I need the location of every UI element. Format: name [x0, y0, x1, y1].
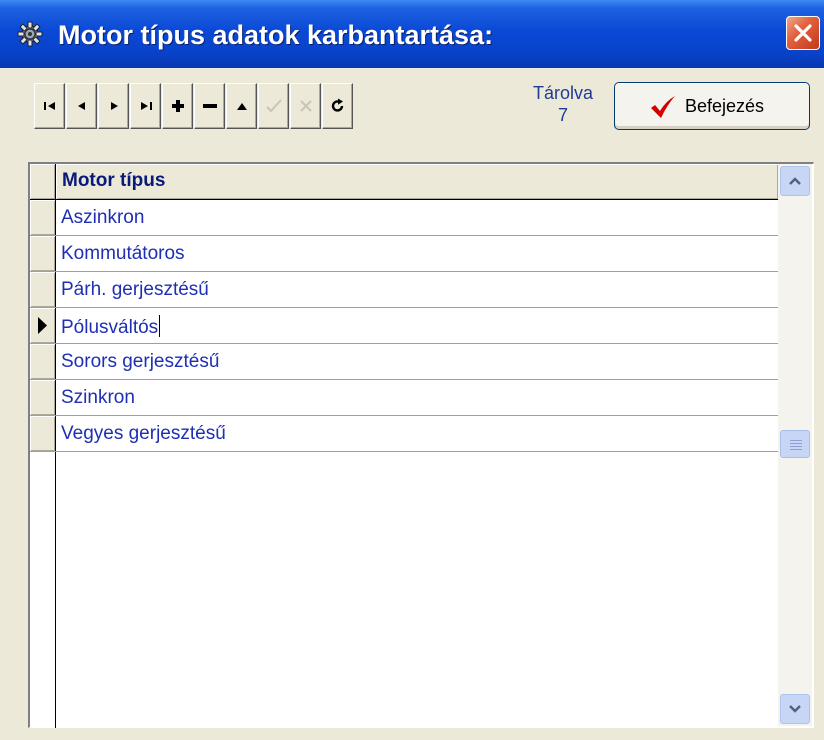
table-row[interactable]: Párh. gerjesztésű	[30, 272, 778, 308]
chevron-down-icon	[789, 705, 801, 713]
scroll-down-button[interactable]	[780, 694, 810, 724]
thumb-grip	[790, 440, 802, 441]
row-indicator[interactable]	[30, 344, 56, 379]
table-row[interactable]: Aszinkron	[30, 200, 778, 236]
next-record-button[interactable]	[98, 83, 129, 129]
table-row[interactable]: Vegyes gerjesztésű	[30, 416, 778, 452]
motor-type-cell[interactable]: Aszinkron	[61, 207, 144, 229]
cancel-edit-button[interactable]	[290, 83, 321, 129]
add-record-button[interactable]	[162, 83, 193, 129]
row-indicator[interactable]	[30, 236, 56, 271]
row-indicator[interactable]	[30, 416, 56, 451]
maintenance-window: Motor típus adatok karbantartása: Tárolv…	[0, 0, 824, 740]
motor-type-cell[interactable]: Kommutátoros	[61, 243, 185, 265]
stored-count-label: Tárolva 7	[526, 82, 600, 126]
navigator-toolbar: Tárolva 7 Befejezés	[28, 80, 818, 140]
refresh-icon	[331, 98, 343, 112]
last-record-icon	[140, 102, 152, 110]
thumb-grip	[790, 449, 802, 450]
up-triangle-icon	[236, 103, 247, 110]
gear-icon	[17, 21, 43, 47]
last-record-button[interactable]	[130, 83, 161, 129]
thumb-grip	[790, 446, 802, 447]
table-row[interactable]: Sorors gerjesztésű	[30, 344, 778, 380]
grid-header: Motor típus	[30, 164, 778, 200]
thumb-grip	[790, 443, 802, 444]
red-checkmark-icon	[651, 96, 675, 118]
column-header-label: Motor típus	[62, 170, 166, 191]
current-row-pointer-icon	[38, 317, 47, 334]
close-icon	[794, 24, 812, 42]
motor-type-cell-text: Pólusváltós	[61, 317, 159, 338]
previous-record-icon	[77, 102, 85, 110]
scroll-up-button[interactable]	[780, 166, 810, 196]
row-indicator[interactable]	[30, 200, 56, 235]
motor-type-cell-editing[interactable]: Pólusváltós	[61, 315, 161, 339]
finish-button-label: Befejezés	[685, 96, 765, 116]
title-bar[interactable]: Motor típus adatok karbantartása:	[0, 0, 824, 68]
previous-record-button[interactable]	[66, 83, 97, 129]
stored-label-text: Tárolva	[532, 83, 594, 103]
next-record-icon	[110, 102, 118, 110]
row-indicator[interactable]	[30, 308, 56, 343]
vertical-scrollbar[interactable]	[778, 164, 812, 726]
motor-type-cell[interactable]: Szinkron	[61, 387, 135, 409]
motor-type-cell[interactable]: Párh. gerjesztésű	[61, 279, 209, 301]
stored-count-value: 7	[557, 105, 568, 125]
close-button[interactable]	[786, 16, 820, 50]
delete-record-button[interactable]	[194, 83, 225, 129]
data-grid[interactable]: Motor típus Aszinkron Kommutátoros Párh.…	[28, 162, 814, 728]
row-indicator[interactable]	[30, 380, 56, 415]
scroll-thumb[interactable]	[780, 430, 810, 458]
plus-icon	[171, 100, 184, 112]
text-caret	[159, 315, 161, 337]
minus-icon	[202, 104, 217, 108]
post-edit-button[interactable]	[258, 83, 289, 129]
cancel-icon	[299, 100, 312, 112]
motor-type-cell[interactable]: Sorors gerjesztésű	[61, 351, 219, 373]
column-header-motor-type[interactable]: Motor típus	[56, 164, 778, 199]
finish-button[interactable]: Befejezés	[614, 82, 810, 130]
window-title: Motor típus adatok karbantartása:	[58, 20, 494, 50]
first-record-icon	[43, 102, 55, 110]
table-row[interactable]: Szinkron	[30, 380, 778, 416]
refresh-button[interactable]	[322, 83, 353, 129]
motor-type-cell[interactable]: Vegyes gerjesztésű	[61, 423, 226, 445]
check-icon	[265, 99, 282, 113]
first-record-button[interactable]	[34, 83, 65, 129]
table-row-current[interactable]: Pólusváltós	[30, 308, 778, 344]
chevron-up-icon	[789, 177, 801, 185]
row-indicator[interactable]	[30, 272, 56, 307]
table-row[interactable]: Kommutátoros	[30, 236, 778, 272]
header-indicator-cell	[30, 164, 56, 199]
edit-record-button[interactable]	[226, 83, 257, 129]
